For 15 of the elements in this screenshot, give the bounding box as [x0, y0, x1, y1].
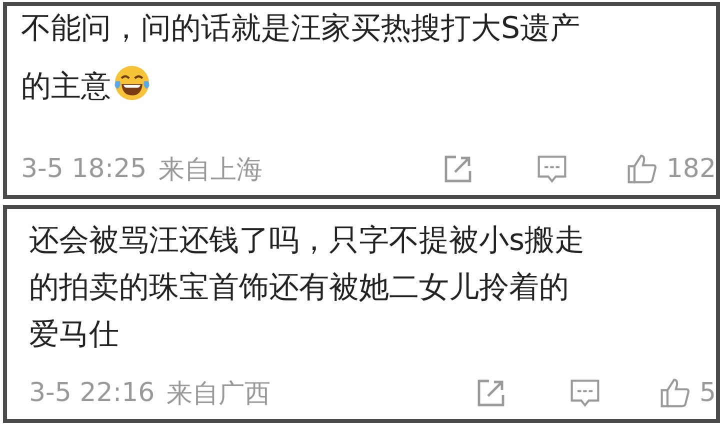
comment-text: 还会被骂汪还钱了吗，只字不提被小s搬走	[29, 223, 585, 258]
comment-time: 3-5 18:25	[21, 154, 147, 184]
like-count: 5	[699, 378, 716, 408]
comment-text: 爱马仕	[29, 317, 119, 352]
comment-text: 的主意	[21, 69, 111, 104]
comment-time: 3-5 22:16	[29, 378, 155, 408]
comment-location: 来自上海	[158, 154, 263, 186]
comment-icon[interactable]	[536, 153, 568, 185]
thumbs-up-icon[interactable]	[626, 153, 658, 185]
comment-icon[interactable]	[569, 377, 602, 409]
thumbs-up-icon[interactable]	[659, 377, 692, 409]
comment-location: 来自广西	[166, 378, 271, 410]
comment-text: 的拍卖的珠宝首饰还有被她二女儿拎着的	[29, 270, 569, 305]
like-count: 182	[666, 154, 716, 184]
comment-text: 不能问，问的话就是汪家买热搜打大S遗产	[21, 11, 580, 46]
